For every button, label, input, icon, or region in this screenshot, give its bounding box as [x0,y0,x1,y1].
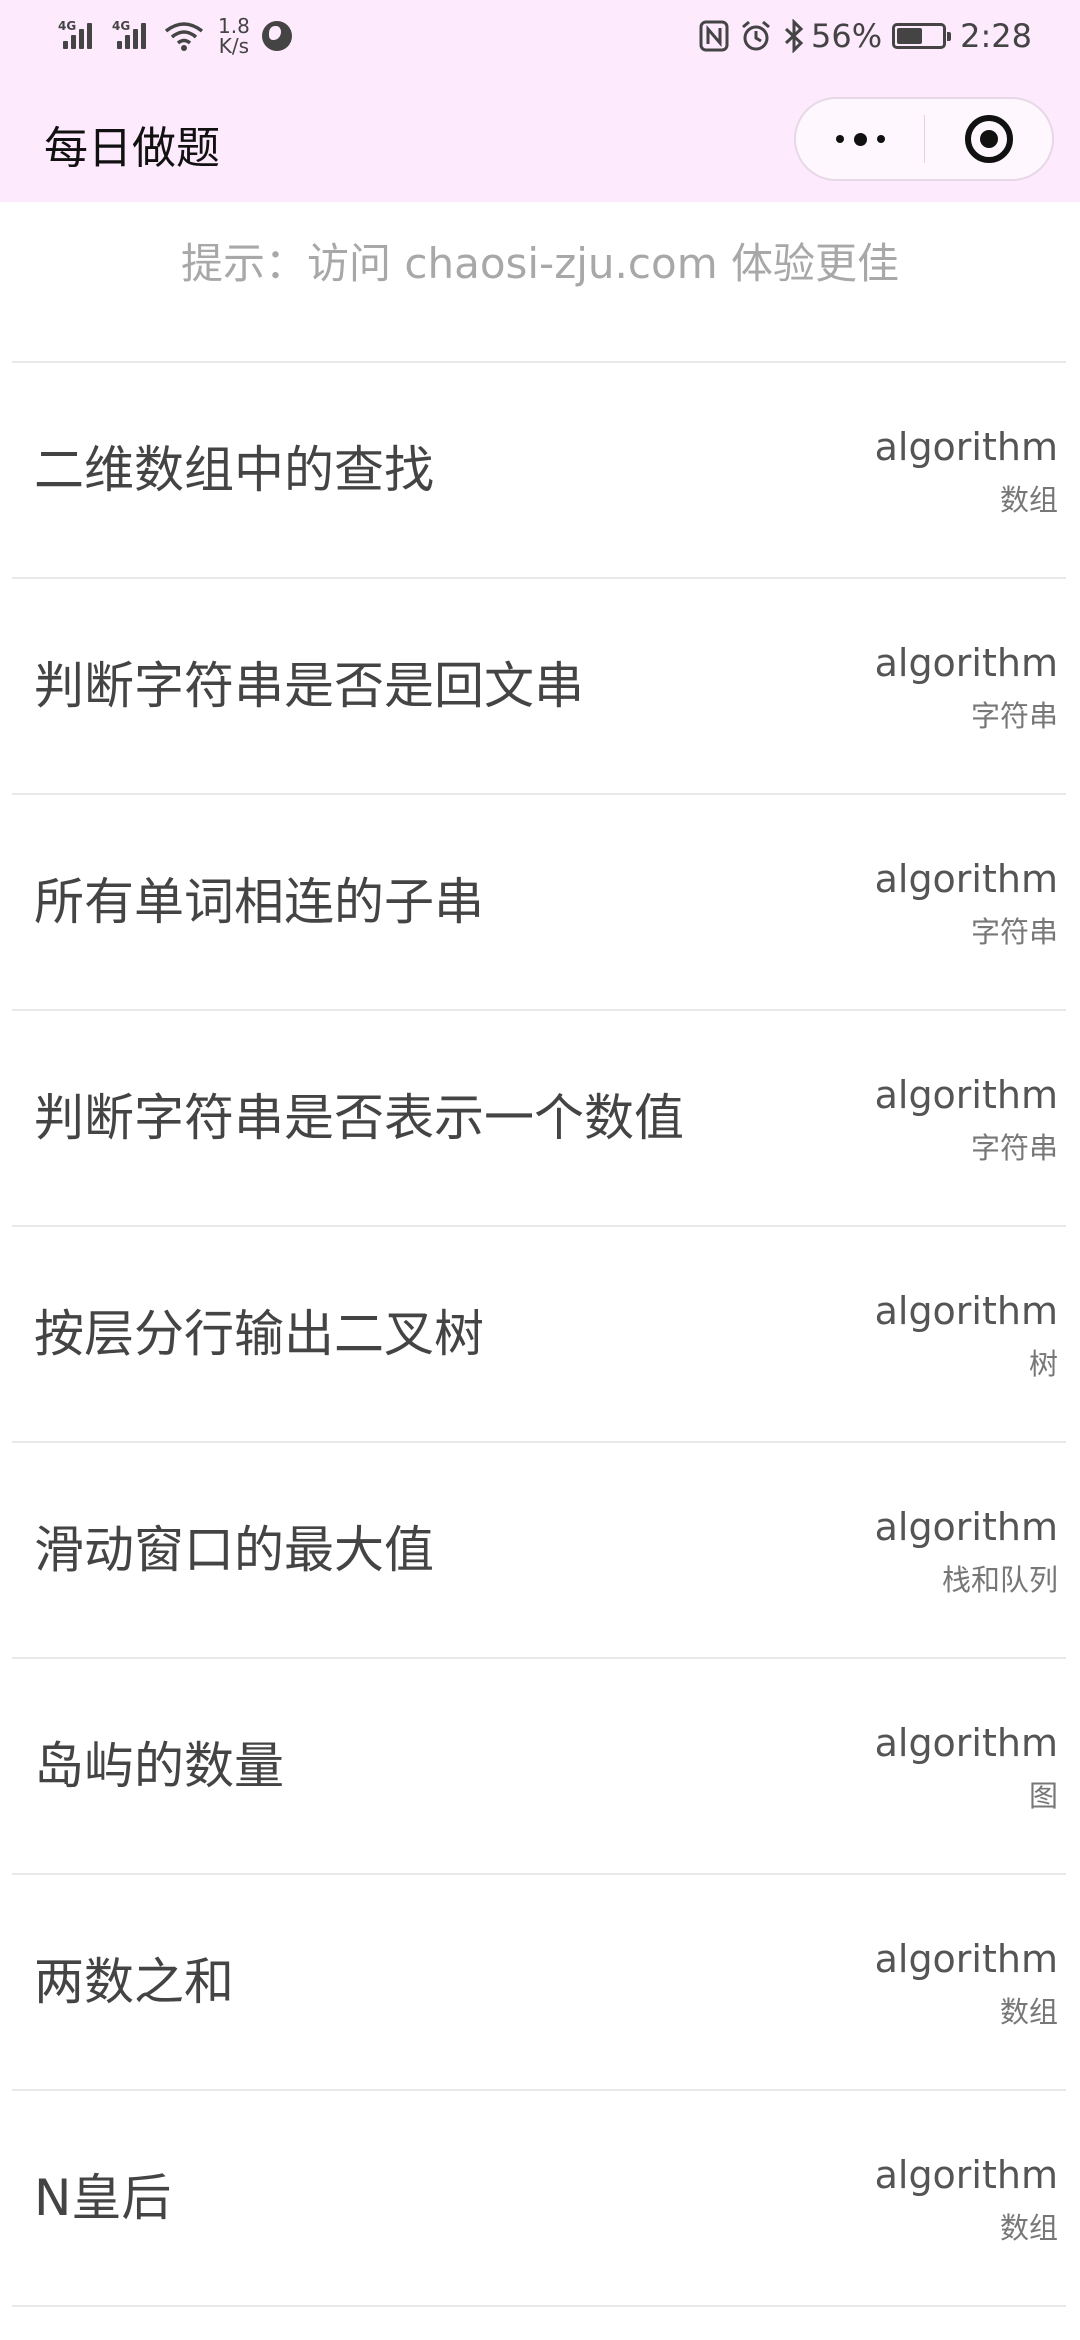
status-left: 4G 4G 1.8 K/s [58,10,292,62]
problem-title: 岛屿的数量 [34,1737,284,1795]
problem-title: 判断字符串是否是回文串 [34,657,584,715]
more-dots-icon [831,132,890,146]
status-right: 56% 2:28 [699,10,1032,62]
problem-category: algorithm [874,1937,1058,1981]
clock-time: 2:28 [960,17,1032,55]
wifi-icon [164,22,204,51]
problem-tag: 图 [1028,1779,1058,1813]
problem-tag: 数组 [999,1995,1058,2029]
speed-value: 1.8 [218,14,250,38]
divider [12,2305,1066,2307]
problem-title: 按层分行输出二叉树 [34,1305,484,1363]
page-title: 每日做题 [44,123,220,174]
problem-tag: 字符串 [970,1131,1058,1165]
problem-tag: 字符串 [970,699,1058,733]
list-item[interactable]: 两数之和 algorithm 数组 [0,1875,1080,2091]
problem-title: 两数之和 [34,1953,234,2011]
miniprogram-capsule [794,97,1054,181]
nav-bar: 每日做题 [0,72,1080,202]
hint-text: 提示：访问 chaosi-zju.com 体验更佳 [181,239,899,288]
battery-percent: 56% [811,17,883,55]
network-type-label: 4G [112,19,131,33]
problem-tag: 树 [1028,1347,1058,1381]
network-speed: 1.8 K/s [218,16,250,56]
problem-title: 判断字符串是否表示一个数值 [34,1089,684,1147]
problem-category: algorithm [874,2153,1058,2197]
problem-tag: 字符串 [970,915,1058,949]
problem-title: 所有单词相连的子串 [34,873,484,931]
speed-unit: K/s [218,34,250,58]
problem-tag: 数组 [999,483,1058,517]
battery-icon [892,23,952,49]
problem-category: algorithm [874,1721,1058,1765]
list-item[interactable]: 所有单词相连的子串 algorithm 字符串 [0,795,1080,1011]
list-item[interactable]: 判断字符串是否表示一个数值 algorithm 字符串 [0,1011,1080,1227]
more-button[interactable] [796,99,924,179]
list-item[interactable]: 岛屿的数量 algorithm 图 [0,1659,1080,1875]
problem-title: 二维数组中的查找 [34,441,434,499]
problem-category: algorithm [874,1505,1058,1549]
problem-category: algorithm [874,641,1058,685]
alarm-icon [742,20,770,51]
problem-title: 滑动窗口的最大值 [34,1521,434,1579]
list-item[interactable]: 判断字符串是否是回文串 algorithm 字符串 [0,579,1080,795]
page: 4G 4G 1.8 K/s 56% 2:28 每日做题 提示：访问 chaosi… [0,0,1080,2340]
network-type-label: 4G [58,19,77,33]
problem-tag: 栈和队列 [941,1563,1058,1597]
nfc-icon [699,20,729,52]
signal-icon: 4G [112,19,146,49]
list-item[interactable]: N皇后 algorithm 数组 [0,2091,1080,2307]
problem-title: N皇后 [34,2169,172,2227]
close-miniprogram-button[interactable] [925,99,1052,179]
problem-category: algorithm [874,1073,1058,1117]
list-item[interactable]: 滑动窗口的最大值 algorithm 栈和队列 [0,1443,1080,1659]
target-icon [964,115,1013,163]
problem-category: algorithm [874,425,1058,469]
list-item[interactable]: 二维数组中的查找 algorithm 数组 [0,363,1080,579]
list-item[interactable]: 按层分行输出二叉树 algorithm 树 [0,1227,1080,1443]
problem-list: 二维数组中的查找 algorithm 数组 判断字符串是否是回文串 algori… [0,363,1080,2307]
globe-icon [261,21,292,51]
signal-icon: 4G [58,19,92,49]
status-bar: 4G 4G 1.8 K/s 56% 2:28 [0,0,1080,72]
problem-category: algorithm [874,1289,1058,1333]
problem-tag: 数组 [999,2211,1058,2245]
problem-category: algorithm [874,857,1058,901]
bluetooth-icon [784,19,804,53]
